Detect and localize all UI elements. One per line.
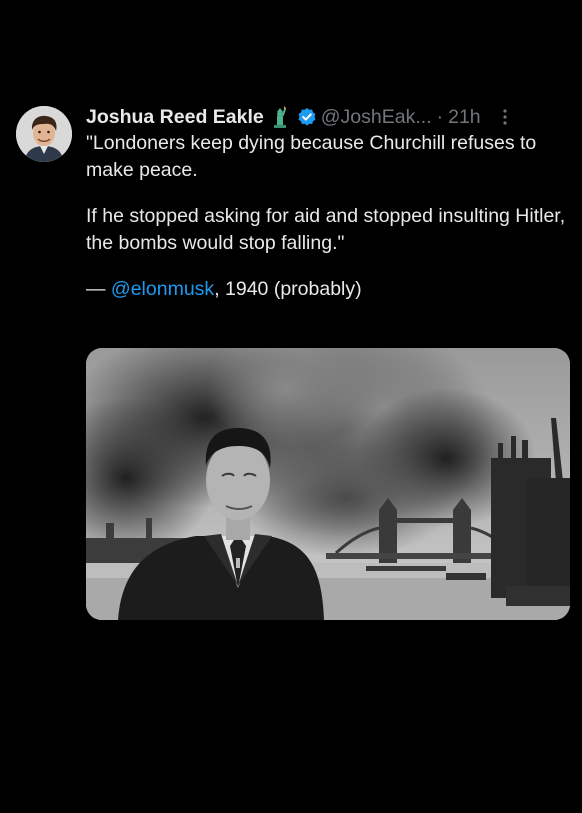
statue-of-liberty-icon	[269, 105, 291, 129]
photo-image	[86, 348, 570, 620]
handle[interactable]: @JoshEak...	[321, 106, 432, 129]
avatar-photo	[16, 106, 72, 162]
tweet-header: Joshua Reed Eakle @JoshEak... · 21h	[86, 104, 570, 130]
more-options-icon[interactable]	[495, 107, 515, 127]
tweet-attribution: — @elonmusk, 1940 (probably)	[86, 276, 572, 303]
tweet-paragraph-1: "Londoners keep dying because Churchill …	[86, 132, 537, 181]
attribution-suffix: , 1940 (probably)	[214, 278, 362, 300]
timestamp[interactable]: 21h	[448, 106, 481, 129]
mention-link[interactable]: @elonmusk	[111, 278, 214, 300]
verified-badge-icon[interactable]	[297, 107, 317, 127]
separator-dot: ·	[436, 105, 444, 128]
display-name[interactable]: Joshua Reed Eakle	[86, 106, 264, 129]
attribution-prefix: —	[86, 278, 111, 300]
avatar[interactable]	[16, 106, 72, 162]
tweet-paragraph-2: If he stopped asking for aid and stopped…	[86, 205, 566, 254]
tweet-media-photo[interactable]	[86, 348, 570, 620]
tweet-text: "Londoners keep dying because Churchill …	[86, 130, 572, 323]
